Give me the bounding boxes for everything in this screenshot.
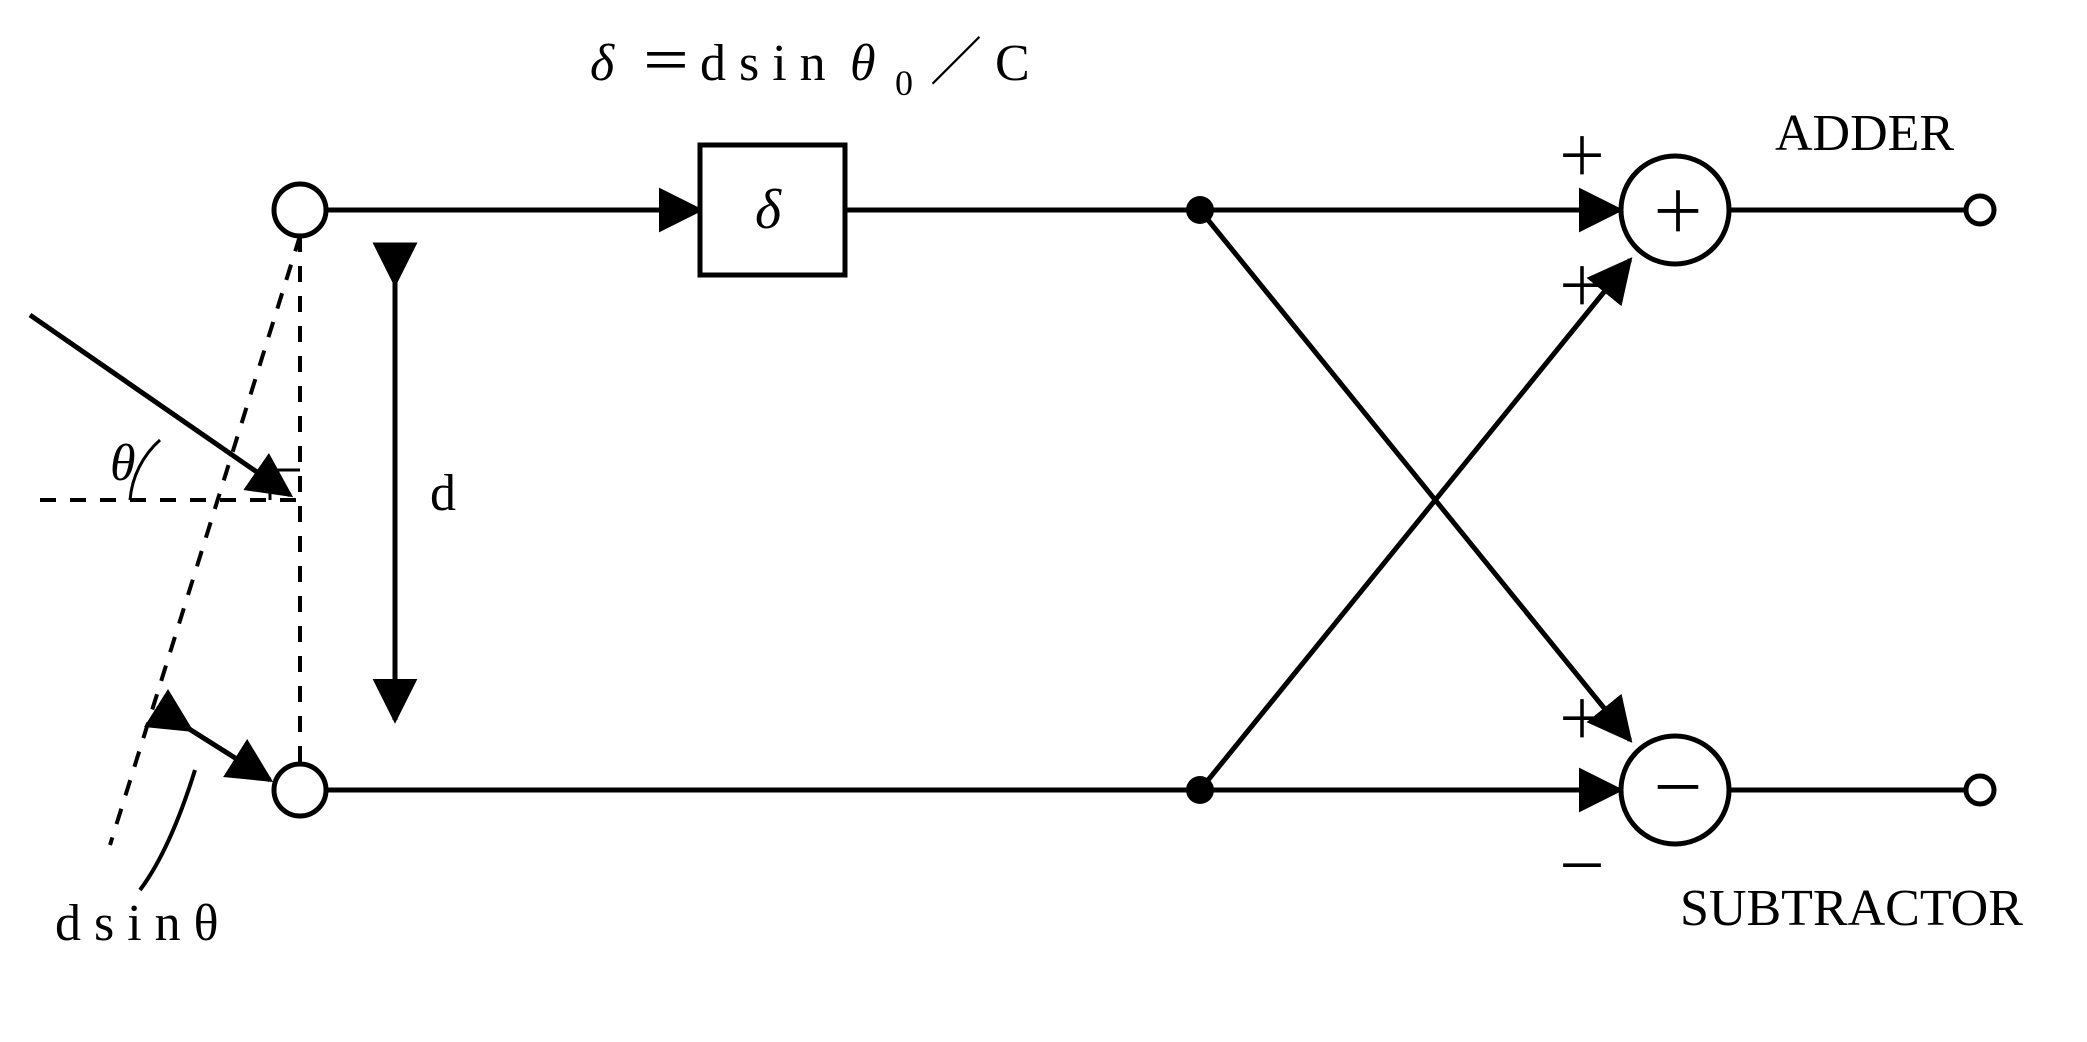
d-label: d xyxy=(430,465,456,522)
formula-rhs1: d s i n xyxy=(700,35,826,92)
dsin-span-arrow xyxy=(175,720,270,780)
delta-block-label: δ xyxy=(755,179,782,241)
formula-slash: ／ xyxy=(930,35,982,92)
sub-output-terminal xyxy=(1966,776,1994,804)
sub-sign-bottom: － xyxy=(1556,840,1608,897)
formula-C: C xyxy=(995,35,1030,92)
adder-sign-top: ＋ xyxy=(1556,130,1608,187)
sensor-top xyxy=(274,184,326,236)
sub-label: SUBTRACTOR xyxy=(1680,880,2023,937)
subtractor: － ＋ － SUBTRACTOR xyxy=(1556,693,2023,937)
formula-label: δ ＝ d s i n θ 0 ／ C xyxy=(590,35,1030,103)
formula-eq: ＝ xyxy=(640,35,692,92)
adder-output-terminal xyxy=(1966,196,1994,224)
adder-sign-bottom: ＋ xyxy=(1556,260,1608,317)
adder-label: ADDER xyxy=(1775,105,1954,162)
formula-lhs: δ xyxy=(590,35,615,92)
sensor-bottom xyxy=(274,764,326,816)
wavefront-dashed xyxy=(110,236,300,845)
theta-label: θ xyxy=(110,435,136,492)
dsin-label: d s i n θ xyxy=(55,895,219,952)
incident-wave-arrow xyxy=(30,315,290,495)
formula-sub0: 0 xyxy=(895,63,913,103)
sub-sign-top: ＋ xyxy=(1556,693,1608,750)
sub-symbol: － xyxy=(1650,759,1706,821)
adder-symbol: ＋ xyxy=(1650,183,1706,245)
dsin-leader xyxy=(140,770,195,890)
formula-theta: θ xyxy=(850,35,876,92)
